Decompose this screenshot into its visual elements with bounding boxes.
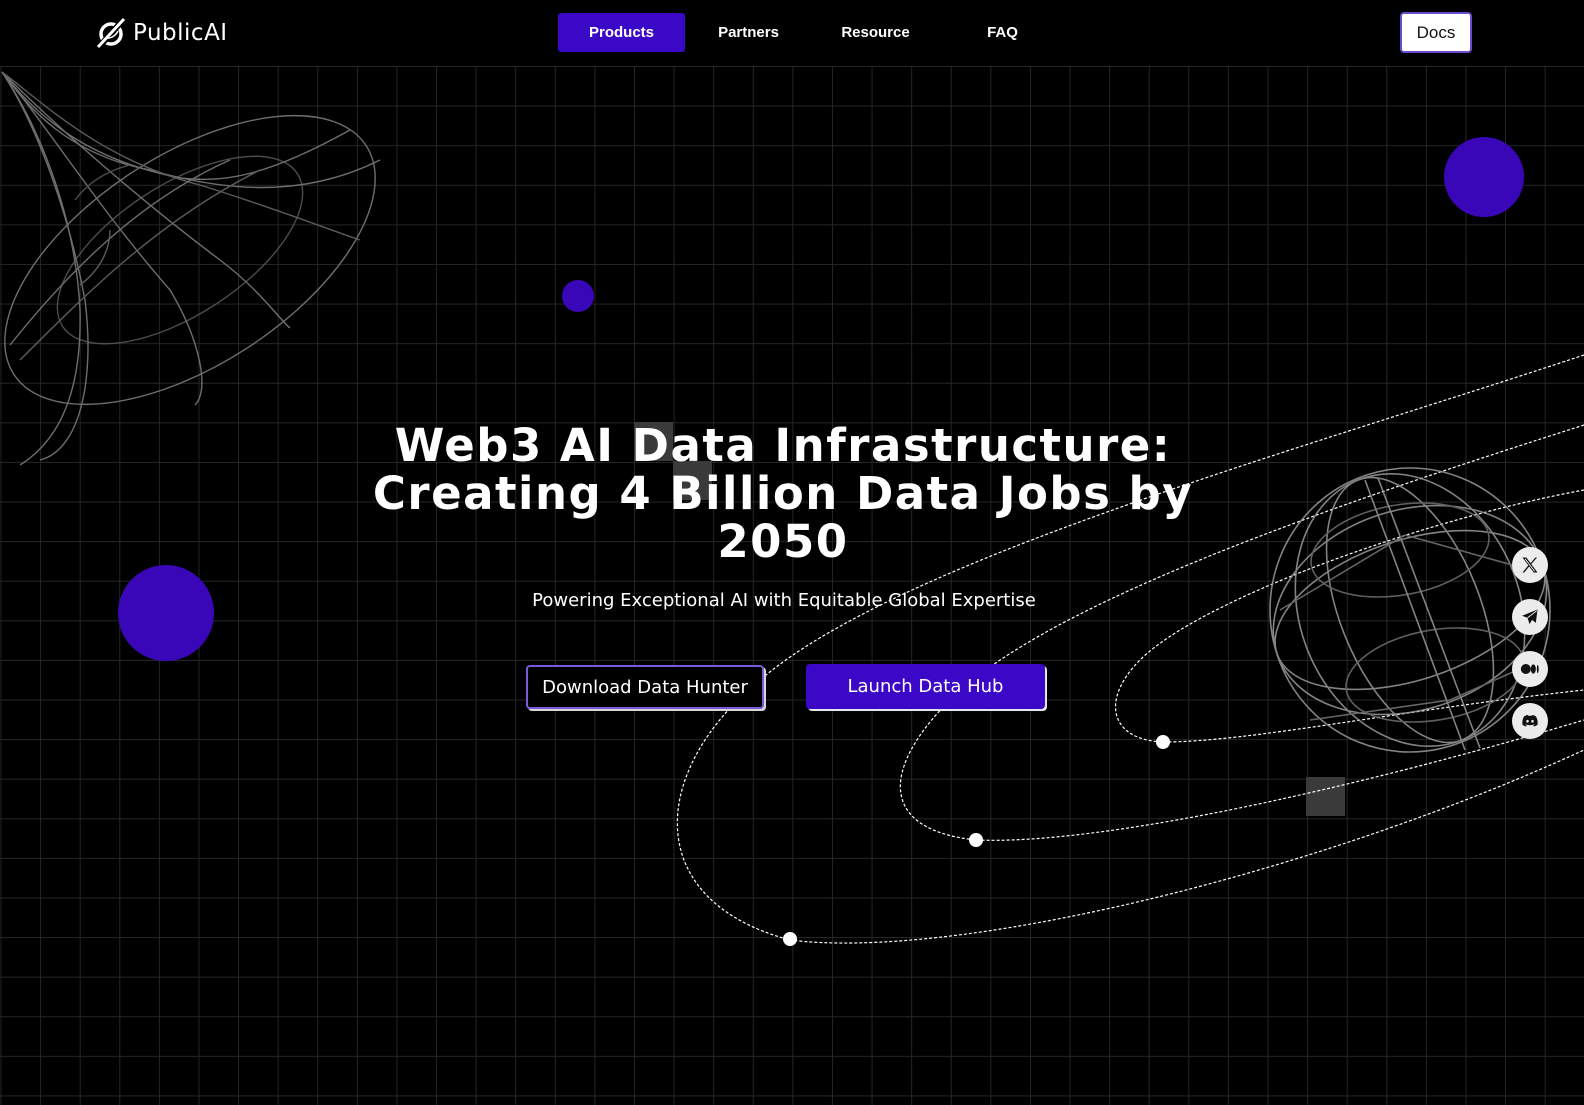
- medium-icon: [1520, 664, 1539, 674]
- discord-icon: [1522, 715, 1538, 727]
- hero-subtitle: Powering Exceptional AI with Equitable G…: [532, 590, 1036, 611]
- nav-resource[interactable]: Resource: [812, 13, 939, 52]
- decorative-circle: [118, 565, 214, 661]
- social-links: [1512, 547, 1548, 739]
- x-twitter-link[interactable]: [1512, 547, 1548, 583]
- telegram-link[interactable]: [1512, 599, 1548, 635]
- launch-data-hub-button[interactable]: Launch Data Hub: [806, 664, 1045, 709]
- x-icon: [1522, 557, 1538, 573]
- telegram-icon: [1522, 609, 1538, 625]
- nav-faq[interactable]: FAQ: [939, 13, 1066, 52]
- hero-title-line: 2050: [717, 515, 849, 568]
- decorative-circle: [562, 280, 594, 312]
- nav-products[interactable]: Products: [558, 13, 685, 52]
- main-nav: Products Partners Resource FAQ: [558, 13, 1066, 52]
- hero-title-line: Web3 AI Data Infrastructure:: [394, 419, 1172, 472]
- nav-partners[interactable]: Partners: [685, 13, 812, 52]
- decorative-circle: [1444, 137, 1524, 217]
- medium-link[interactable]: [1512, 651, 1548, 687]
- discord-link[interactable]: [1512, 703, 1548, 739]
- hero-title: Web3 AI Data Infrastructure: Creating 4 …: [342, 422, 1224, 566]
- grid-highlight-cell: [1306, 777, 1345, 816]
- landing-page: PublicAI Products Partners Resource FAQ …: [0, 0, 1584, 1105]
- brand-logo-link[interactable]: PublicAI: [95, 16, 228, 50]
- hero-title-line: Creating 4 Billion Data Jobs by: [372, 467, 1194, 520]
- publicai-logo-icon: [96, 17, 126, 49]
- top-navigation-bar: PublicAI Products Partners Resource FAQ …: [0, 0, 1584, 66]
- grid-background: [0, 66, 1584, 1105]
- download-data-hunter-button[interactable]: Download Data Hunter: [526, 665, 764, 709]
- brand-name: PublicAI: [133, 20, 228, 46]
- docs-button[interactable]: Docs: [1400, 12, 1472, 53]
